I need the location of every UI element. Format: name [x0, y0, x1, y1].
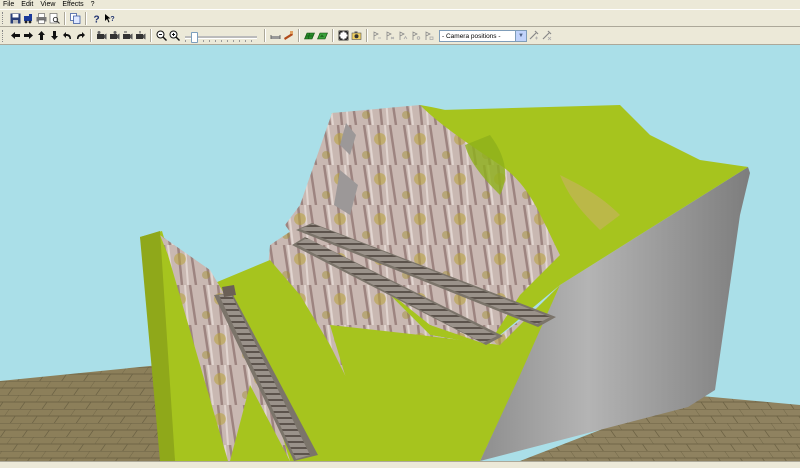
marker-5-icon[interactable]: [424, 29, 436, 43]
marker-1-icon[interactable]: [372, 29, 384, 43]
menu-view[interactable]: View: [37, 0, 59, 9]
camera-positions-select[interactable]: - Camera positions - ▼: [439, 29, 527, 42]
remove-camera-icon[interactable]: [541, 29, 553, 43]
main-toolbar: ? ?: [0, 9, 800, 27]
3d-viewport[interactable]: [0, 45, 800, 461]
screenshot-icon[interactable]: [351, 29, 363, 43]
toolbar-separator: [366, 29, 368, 42]
fit-view-icon[interactable]: [338, 29, 350, 43]
zoom-out-icon[interactable]: [156, 29, 168, 43]
toolbar-separator: [264, 29, 266, 42]
svg-text:?: ?: [93, 14, 99, 24]
menu-file[interactable]: File: [0, 0, 18, 9]
print-preview-icon[interactable]: [49, 11, 61, 25]
arrow-down-icon[interactable]: [49, 29, 61, 43]
signal-tool-icon[interactable]: [283, 29, 295, 43]
turn-left-icon[interactable]: [62, 29, 74, 43]
view-toolbar: - Camera positions - ▼: [0, 27, 800, 45]
toolbar-separator: [332, 29, 334, 42]
svg-text:?: ?: [110, 16, 114, 23]
arrow-up-icon[interactable]: [36, 29, 48, 43]
toolbar-separator: [90, 29, 92, 42]
toolbar-separator: [85, 11, 87, 25]
terrain-icon[interactable]: [317, 29, 329, 43]
track-tool-icon[interactable]: [270, 29, 282, 43]
copy-icon[interactable]: [70, 11, 82, 25]
train-icon[interactable]: [23, 11, 35, 25]
menu-effects[interactable]: Effects: [59, 0, 87, 9]
menu-help[interactable]: ?: [88, 0, 99, 9]
zoom-in-icon[interactable]: [169, 29, 181, 43]
camera-positions-value: - Camera positions -: [442, 32, 501, 40]
marker-2-icon[interactable]: [385, 29, 397, 43]
zoom-slider[interactable]: [185, 29, 257, 43]
menu-edit[interactable]: Edit: [18, 0, 37, 9]
print-icon[interactable]: [36, 11, 48, 25]
arrow-left-icon[interactable]: [10, 29, 22, 43]
toolbar-separator: [150, 29, 152, 42]
grid-icon[interactable]: [304, 29, 316, 43]
camera-c-icon[interactable]: [122, 29, 134, 43]
slider-thumb[interactable]: [191, 31, 198, 43]
menu-bar: File Edit View Effects ?: [0, 0, 800, 9]
layout-scene[interactable]: [0, 45, 800, 461]
toolbar-separator: [298, 29, 300, 42]
status-bar: [0, 461, 800, 468]
camera-a-icon[interactable]: [96, 29, 108, 43]
save-icon[interactable]: [10, 11, 22, 25]
toolbar-grip[interactable]: [2, 29, 6, 42]
turn-right-icon[interactable]: [75, 29, 87, 43]
help-icon[interactable]: ?: [91, 11, 103, 25]
camera-d-icon[interactable]: [135, 29, 147, 43]
marker-4-icon[interactable]: [411, 29, 423, 43]
camera-b-icon[interactable]: [109, 29, 121, 43]
marker-3-icon[interactable]: [398, 29, 410, 43]
arrow-right-icon[interactable]: [23, 29, 35, 43]
add-camera-icon[interactable]: [528, 29, 540, 43]
toolbar-grip[interactable]: [2, 12, 6, 24]
toolbar-separator: [64, 11, 66, 25]
chevron-down-icon[interactable]: ▼: [515, 30, 526, 41]
track-buffer: [222, 285, 236, 297]
context-help-icon[interactable]: ?: [104, 11, 116, 25]
